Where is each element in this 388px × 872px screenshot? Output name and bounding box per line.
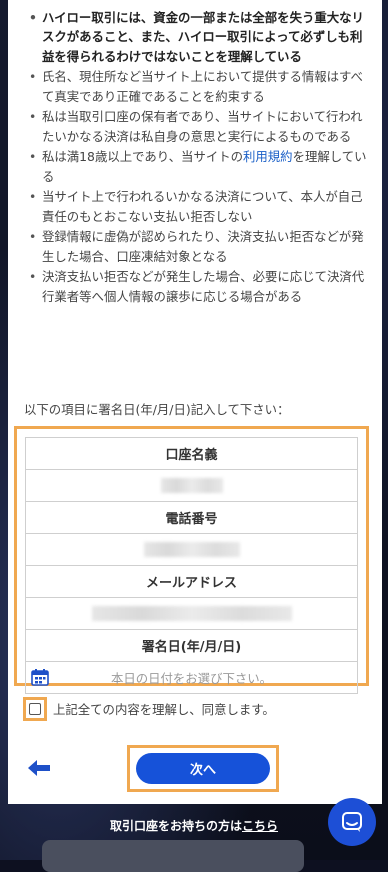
term-item: 当サイト上で行われるいかなる決済について、本人が自己責任のもとおこない支払い拒否…	[29, 187, 370, 226]
signature-form: 口座名義 電話番号 メールアドレス 署名日(年/月/日) 本日の日付をお選び下さ…	[25, 437, 358, 694]
agreement-modal: ハイロー取引には、資金の一部または全部を失う重大なリスクがあること、また、ハイロ…	[8, 0, 382, 804]
terms-list: ハイロー取引には、資金の一部または全部を失う重大なリスクがあること、また、ハイロ…	[8, 0, 382, 306]
next-button[interactable]: 次へ	[136, 753, 270, 784]
phone-value	[25, 534, 358, 566]
consent-label[interactable]: 上記全ての内容を理解し、同意します。	[53, 700, 275, 718]
term-item: 登録情報に虚偽が認められたり、決済支払い拒否などが発生した場合、口座凍結対象とな…	[29, 227, 370, 266]
term-item: 氏名、現住所など当サイト上において提供する情報はすべて真実であり正確であることを…	[29, 67, 370, 106]
signature-form-highlight: 口座名義 電話番号 メールアドレス 署名日(年/月/日) 本日の日付をお選び下さ…	[14, 426, 369, 694]
background-button	[42, 840, 304, 872]
terms-of-use-link[interactable]: 利用規約	[243, 149, 293, 164]
term-item: ハイロー取引には、資金の一部または全部を失う重大なリスクがあること、また、ハイロ…	[29, 8, 370, 66]
chat-button[interactable]	[328, 798, 376, 846]
email-value	[25, 598, 358, 630]
chat-icon	[342, 812, 362, 832]
sign-date-picker[interactable]: 本日の日付をお選び下さい。	[25, 662, 358, 694]
calendar-icon[interactable]	[31, 668, 49, 686]
term-item: 私は当取引口座の保有者であり、当サイトにおいて行われたいかなる決済は私自身の意思…	[29, 107, 370, 146]
term-item: 決済支払い拒否などが発生した場合、必要に応じて決済代行業者等へ個人情報の譲歩に応…	[29, 267, 370, 306]
sign-date-label: 署名日(年/月/日)	[25, 630, 358, 662]
existing-account-link[interactable]: こちら	[242, 819, 278, 833]
consent-checkbox-highlight	[23, 697, 47, 721]
date-placeholder: 本日の日付をお選び下さい。	[110, 670, 273, 686]
back-arrow-icon[interactable]	[26, 758, 54, 778]
term-text: 私は満18歳以上であり、当サイトの	[42, 149, 244, 165]
account-name-label: 口座名義	[25, 438, 358, 470]
phone-label: 電話番号	[25, 502, 358, 534]
consent-checkbox[interactable]	[29, 703, 41, 715]
existing-account-text: 取引口座をお持ちの方は	[109, 819, 242, 833]
account-name-value	[25, 470, 358, 502]
term-item: 私は満18歳以上であり、当サイトの利用規約を理解している	[29, 147, 370, 186]
email-label: メールアドレス	[25, 566, 358, 598]
sign-date-instruction: 以下の項目に署名日(年/月/日)記入して下さい：	[24, 402, 290, 417]
next-button-highlight: 次へ	[127, 745, 279, 792]
